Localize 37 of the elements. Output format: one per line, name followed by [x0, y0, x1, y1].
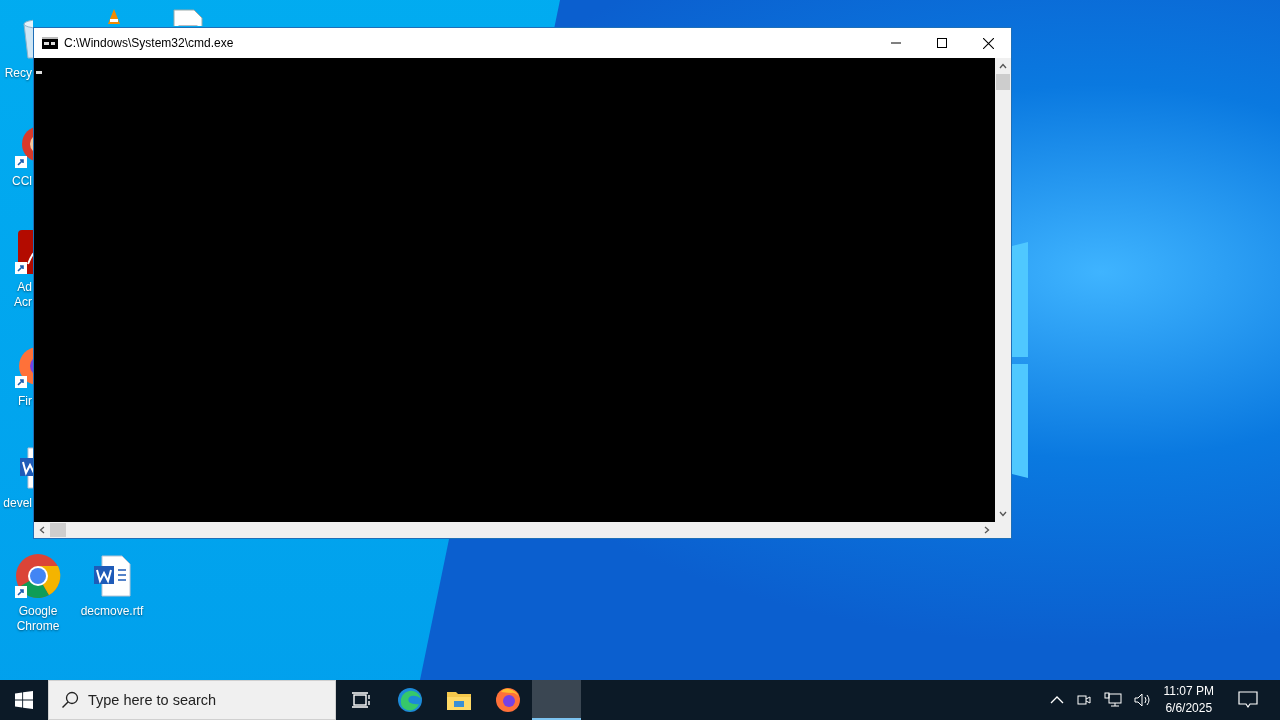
scroll-thumb[interactable] [50, 523, 66, 537]
folder-icon [445, 689, 472, 711]
task-view-icon [350, 691, 371, 709]
scroll-left-icon[interactable] [39, 526, 45, 534]
scroll-thumb[interactable] [996, 74, 1010, 90]
clock[interactable]: 11:07 PM 6/6/2025 [1163, 683, 1214, 717]
icon-label: Recy [3, 66, 32, 81]
close-icon [982, 37, 994, 49]
search-icon [61, 691, 79, 709]
search-field[interactable]: Type here to search [48, 680, 336, 720]
browser-icon[interactable] [14, 552, 62, 600]
camera-icon[interactable] [1075, 692, 1092, 708]
window-title: C:\Windows\System32\cmd.exe [64, 36, 235, 50]
network-icon[interactable] [1103, 692, 1122, 708]
flame-icon [494, 687, 521, 713]
scroll-up-icon[interactable] [999, 63, 1007, 69]
horizontal-scrollbar[interactable] [34, 522, 995, 538]
console-icon [42, 37, 58, 49]
icon-label: devel [2, 496, 32, 511]
scroll-down-icon[interactable] [999, 511, 1007, 517]
pdf-icon[interactable] [14, 228, 33, 276]
volume-icon[interactable] [1133, 692, 1152, 708]
chevron-up-icon[interactable] [1049, 696, 1064, 704]
icon-label: decmove.rtf [80, 604, 144, 619]
vertical-scrollbar[interactable] [995, 58, 1011, 522]
icon-label: Fir [17, 394, 32, 409]
notification-icon[interactable] [1238, 691, 1258, 709]
clock-time: 11:07 PM [1163, 683, 1214, 700]
minimize-icon [891, 42, 901, 44]
icon-label: Ad Acr [13, 280, 32, 310]
maximize-icon [937, 38, 947, 48]
start-icon [15, 691, 33, 709]
icon-label: Google Chrome [15, 604, 61, 634]
wave-icon [396, 687, 423, 713]
icon-label: CCl [11, 174, 32, 189]
scroll-right-icon[interactable] [984, 526, 990, 534]
clock-date: 6/6/2025 [1165, 700, 1213, 717]
